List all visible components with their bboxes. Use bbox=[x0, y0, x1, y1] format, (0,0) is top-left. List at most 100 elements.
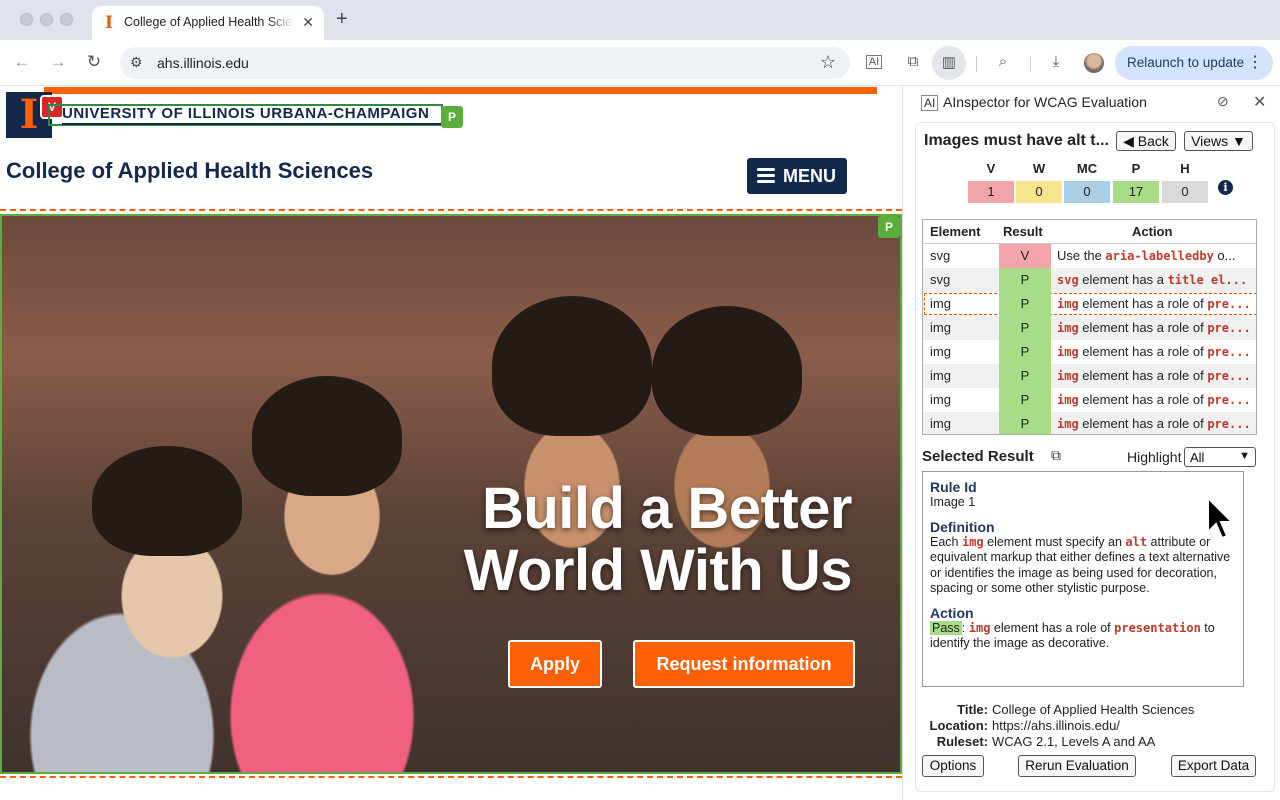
export-data-button[interactable]: Export Data bbox=[1171, 755, 1256, 777]
result-element: img bbox=[930, 320, 951, 335]
back-arrow-icon[interactable]: ← bbox=[12, 52, 32, 72]
header-action[interactable]: Action bbox=[1132, 224, 1172, 239]
more-menu-icon[interactable]: ⋮ bbox=[1247, 52, 1263, 72]
bookmark-star-icon[interactable]: ☆ bbox=[820, 52, 836, 73]
unpin-icon[interactable]: ⊘ bbox=[1217, 93, 1229, 110]
info-icon[interactable]: i bbox=[1218, 180, 1233, 195]
options-button[interactable]: Options bbox=[922, 755, 984, 777]
browser-tab[interactable]: I College of Applied Health Sciences ✕ bbox=[92, 6, 324, 40]
views-button[interactable]: Views ▼ bbox=[1184, 131, 1253, 151]
hero-headline: Build a Better World With Us bbox=[463, 476, 853, 603]
menu-button[interactable]: MENU bbox=[747, 158, 847, 194]
apply-button[interactable]: Apply bbox=[508, 640, 602, 688]
relaunch-update-button[interactable]: Relaunch to update ⋮ bbox=[1115, 46, 1273, 80]
result-action: img element has a role of pre... bbox=[1057, 368, 1251, 383]
window-zoom-button[interactable] bbox=[60, 13, 73, 26]
hero-image: Build a Better World With Us Apply Reque… bbox=[0, 214, 902, 774]
rule-id-heading: Rule Id bbox=[930, 479, 977, 495]
result-element: svg bbox=[930, 272, 951, 287]
ruleset-label: Ruleset: bbox=[936, 734, 988, 749]
result-action: img element has a role of pre... bbox=[1057, 416, 1251, 431]
result-value: P bbox=[999, 388, 1051, 412]
result-row[interactable]: img Pimg element has a role of pre... bbox=[923, 316, 1256, 340]
side-panel-icon: ▥ bbox=[941, 54, 957, 71]
reload-icon[interactable]: ↻ bbox=[84, 52, 104, 72]
result-row[interactable]: svg V Use the aria-labelledby o... bbox=[923, 244, 1256, 268]
copy-icon[interactable]: ⧉ bbox=[1051, 447, 1061, 464]
address-bar[interactable]: ⚙ ahs.illinois.edu ☆ bbox=[120, 47, 850, 79]
forward-arrow-icon[interactable]: → bbox=[48, 52, 68, 72]
illinois-i-icon: I bbox=[105, 13, 113, 33]
result-row[interactable]: img Pimg element has a role of pre... bbox=[923, 364, 1256, 388]
window-minimize-button[interactable] bbox=[40, 13, 53, 26]
tab-search-icon[interactable]: ⌕ bbox=[992, 53, 1014, 70]
result-element: img bbox=[930, 392, 951, 407]
hero-headline-line2: World With Us bbox=[463, 538, 853, 603]
back-button[interactable]: ◀ Back bbox=[1116, 131, 1176, 151]
result-element: svg bbox=[930, 248, 951, 263]
request-information-button[interactable]: Request information bbox=[633, 640, 855, 688]
result-element: img bbox=[930, 368, 951, 383]
result-row[interactable]: svg Psvg element has a title el... bbox=[923, 268, 1256, 292]
title-value: College of Applied Health Sciences bbox=[992, 702, 1195, 717]
summary-label-v: V bbox=[986, 161, 996, 176]
result-action: img element has a role of pre... bbox=[1057, 320, 1251, 335]
rerun-evaluation-button[interactable]: Rerun Evaluation bbox=[1018, 755, 1136, 777]
result-row[interactable]: img Pimg element has a role of pre... bbox=[923, 340, 1256, 364]
result-row[interactable]: img Pimg element has a role of pre... bbox=[923, 388, 1256, 412]
tab-close-icon[interactable]: ✕ bbox=[302, 14, 314, 31]
result-action: img element has a role of pre... bbox=[1057, 392, 1251, 407]
rule-heading: Images must have alt t... bbox=[924, 132, 1109, 149]
summary-value-h: 0 bbox=[1162, 181, 1208, 203]
highlight-dashed-border bbox=[0, 776, 902, 778]
panel-title: AInspector for WCAG Evaluation bbox=[943, 94, 1147, 110]
url-text[interactable]: ahs.illinois.edu bbox=[157, 55, 249, 71]
highlight-select[interactable]: All ▼ bbox=[1184, 447, 1256, 467]
location-label: Location: bbox=[929, 718, 989, 733]
definition-heading: Definition bbox=[930, 518, 995, 535]
result-row[interactable]: img Pimg element has a role of pre... bbox=[923, 292, 1256, 316]
extensions-puzzle-icon[interactable]: ⧉ bbox=[902, 53, 924, 70]
definition-text: Each img element must specify an alt att… bbox=[930, 534, 1231, 596]
selected-result-title: Selected Result bbox=[922, 448, 1034, 465]
download-icon[interactable]: ⤓ bbox=[1045, 53, 1067, 70]
toolbar-divider bbox=[976, 56, 977, 72]
highlight-value: All bbox=[1190, 450, 1205, 465]
site-settings-icon[interactable]: ⚙ bbox=[130, 54, 143, 71]
location-value: https://ahs.illinois.edu/ bbox=[992, 718, 1120, 733]
window-close-button[interactable] bbox=[20, 13, 33, 26]
hero-headline-line1: Build a Better bbox=[481, 476, 853, 541]
chevron-down-icon: ▼ bbox=[1239, 450, 1250, 462]
hamburger-icon bbox=[757, 167, 775, 185]
pass-badge: P bbox=[878, 216, 900, 238]
mouse-cursor-icon bbox=[1207, 496, 1235, 540]
menu-label: MENU bbox=[783, 166, 836, 186]
results-grid[interactable]: Element Result Action svg V Use the aria-l… bbox=[922, 219, 1257, 435]
relaunch-label: Relaunch to update bbox=[1127, 55, 1245, 70]
title-label: Title: bbox=[957, 702, 988, 717]
university-name-link[interactable]: UNIVERSITY OF ILLINOIS URBANA-CHAMPAIGN bbox=[62, 105, 429, 122]
header-result[interactable]: Result bbox=[1003, 224, 1043, 239]
ainspector-extension-icon[interactable]: AI bbox=[866, 55, 882, 69]
web-page: I V UNIVERSITY OF ILLINOIS URBANA-CHAMPA… bbox=[0, 86, 902, 800]
summary-value-mc: 0 bbox=[1064, 181, 1110, 203]
summary-label-mc: MC bbox=[1076, 161, 1098, 176]
hero-photo-detail bbox=[252, 376, 402, 496]
summary-label-p: P bbox=[1131, 161, 1141, 176]
profile-avatar[interactable] bbox=[1084, 53, 1104, 73]
highlight-dashed-border bbox=[0, 209, 902, 211]
new-tab-icon[interactable]: + bbox=[336, 8, 348, 31]
tab-strip: I College of Applied Health Sciences ✕ + bbox=[0, 0, 1280, 40]
results-header: Element Result Action bbox=[923, 220, 1256, 244]
result-value: P bbox=[999, 268, 1051, 292]
result-action: img element has a role of pre... bbox=[1057, 296, 1251, 311]
summary-label-w: W bbox=[1032, 161, 1046, 176]
result-value: P bbox=[999, 340, 1051, 364]
close-panel-icon[interactable]: ✕ bbox=[1253, 92, 1266, 112]
result-action: Use the aria-labelledby o... bbox=[1057, 248, 1236, 263]
college-title[interactable]: College of Applied Health Sciences bbox=[6, 158, 373, 184]
header-element[interactable]: Element bbox=[930, 224, 981, 239]
result-row[interactable]: img Pimg element has a role of pre... bbox=[923, 412, 1256, 434]
hero-photo-detail bbox=[652, 306, 802, 436]
ainspector-side-panel: AI AInspector for WCAG Evaluation ⊘ ✕ Im… bbox=[902, 86, 1280, 800]
